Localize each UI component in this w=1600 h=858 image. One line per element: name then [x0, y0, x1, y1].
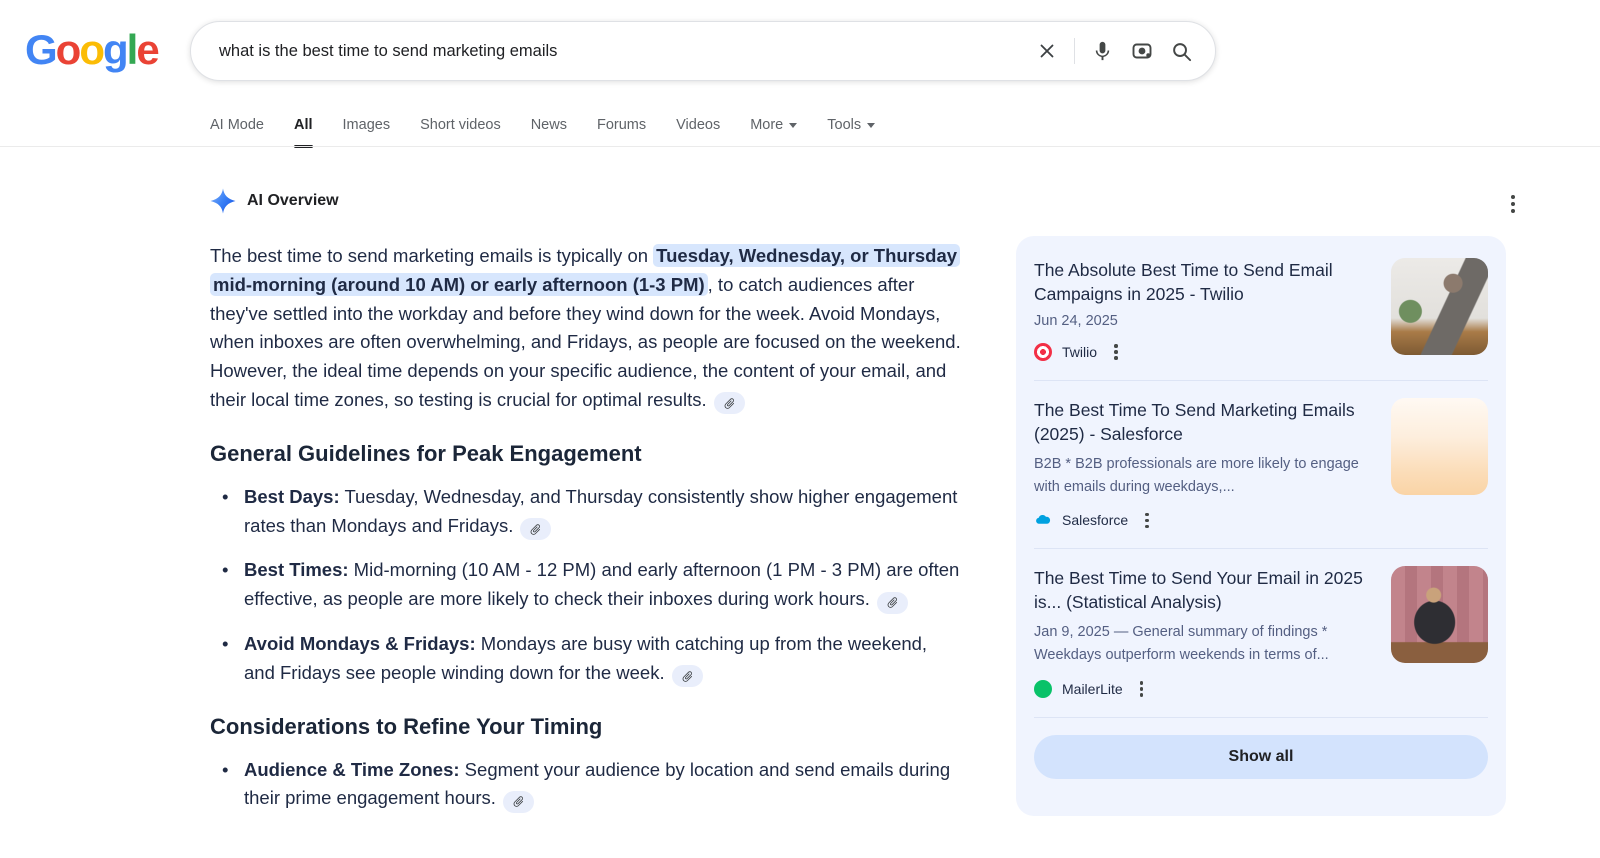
- tab-label: AI Mode: [210, 117, 264, 133]
- citation-chip[interactable]: [520, 518, 551, 540]
- card-title[interactable]: The Best Time to Send Your Email in 2025…: [1034, 566, 1377, 614]
- logo-letter: l: [127, 26, 137, 73]
- list-item: Best Times: Mid-morning (10 AM - 12 PM) …: [210, 556, 962, 614]
- mailerlite-logo-icon: [1034, 680, 1052, 698]
- tab-tools[interactable]: Tools: [827, 108, 875, 142]
- tab-label: Forums: [597, 117, 646, 133]
- logo-letter: G: [25, 26, 56, 73]
- paperclip-icon: [527, 520, 545, 538]
- logo-letter: g: [103, 26, 127, 73]
- tab-images[interactable]: Images: [343, 108, 391, 142]
- card-title[interactable]: The Best Time To Send Marketing Emails (…: [1034, 398, 1377, 446]
- card-title[interactable]: The Absolute Best Time to Send Email Cam…: [1034, 258, 1377, 306]
- bullet-lead: Avoid Mondays & Fridays:: [244, 633, 476, 654]
- logo-letter: e: [136, 26, 157, 73]
- source-name: Twilio: [1062, 344, 1097, 360]
- tab-label: Videos: [676, 117, 720, 133]
- source-card-twilio[interactable]: The Absolute Best Time to Send Email Cam…: [1034, 258, 1488, 363]
- card-more-options-icon[interactable]: [1111, 341, 1121, 363]
- source-card-mailerlite[interactable]: The Best Time to Send Your Email in 2025…: [1034, 566, 1488, 700]
- google-search-results-page: Google what is the best time to send mar…: [0, 0, 1600, 858]
- google-logo[interactable]: Google: [25, 26, 158, 74]
- ai-overview-label: AI Overview: [247, 192, 339, 210]
- show-all-button[interactable]: Show all: [1034, 735, 1488, 779]
- search-query-text[interactable]: what is the best time to send marketing …: [219, 42, 1036, 61]
- list-item: Best Days: Tuesday, Wednesday, and Thurs…: [210, 483, 962, 541]
- tab-ai-mode[interactable]: AI Mode: [210, 108, 264, 142]
- bullet-lead: Audience & Time Zones:: [244, 759, 460, 780]
- paragraph-text: The best time to send marketing emails i…: [210, 245, 653, 266]
- card-divider: [1034, 548, 1488, 549]
- twilio-logo-icon: [1034, 343, 1052, 361]
- tab-label: News: [531, 117, 567, 133]
- tab-forums[interactable]: Forums: [597, 108, 646, 142]
- bullet-lead: Best Days:: [244, 486, 340, 507]
- card-thumbnail[interactable]: [1391, 398, 1488, 495]
- tab-short-videos[interactable]: Short videos: [420, 108, 501, 142]
- bullet-text: Tuesday, Wednesday, and Thursday consist…: [244, 486, 957, 536]
- list-item: Avoid Mondays & Fridays: Mondays are bus…: [210, 630, 962, 688]
- search-icon[interactable]: [1170, 40, 1193, 63]
- logo-letter: o: [79, 26, 103, 73]
- bullet-lead: Best Times:: [244, 559, 349, 580]
- paperclip-icon: [720, 394, 738, 412]
- bullet-text: Mid-morning (10 AM - 12 PM) and early af…: [244, 559, 959, 609]
- card-snippet: Jan 9, 2025 — General summary of finding…: [1034, 621, 1374, 667]
- lens-camera-icon[interactable]: [1130, 39, 1154, 63]
- tab-label: Short videos: [420, 117, 501, 133]
- sources-panel: The Absolute Best Time to Send Email Cam…: [1016, 236, 1506, 816]
- source-card-salesforce[interactable]: The Best Time To Send Marketing Emails (…: [1034, 398, 1488, 532]
- citation-chip[interactable]: [714, 392, 745, 414]
- card-more-options-icon[interactable]: [1142, 510, 1152, 532]
- section-heading: Considerations to Refine Your Timing: [210, 714, 962, 740]
- list-item: Audience & Time Zones: Segment your audi…: [210, 756, 962, 814]
- source-name: Salesforce: [1062, 512, 1128, 528]
- source-name: MailerLite: [1062, 681, 1123, 697]
- search-input[interactable]: what is the best time to send marketing …: [190, 21, 1216, 81]
- ai-overview-section: AI Overview The best time to send market…: [210, 188, 962, 829]
- logo-letter: o: [56, 26, 80, 73]
- paperclip-icon: [678, 667, 696, 685]
- citation-chip[interactable]: [672, 665, 703, 687]
- guidelines-list: Best Days: Tuesday, Wednesday, and Thurs…: [210, 483, 962, 688]
- tab-all[interactable]: All: [294, 108, 313, 142]
- mic-icon[interactable]: [1091, 40, 1114, 63]
- close-icon[interactable]: [1036, 40, 1058, 62]
- card-divider: [1034, 380, 1488, 381]
- card-thumbnail[interactable]: [1391, 258, 1488, 355]
- ai-sparkle-icon: [210, 188, 236, 214]
- tab-more[interactable]: More: [750, 108, 797, 142]
- tab-label: Images: [343, 117, 391, 133]
- salesforce-cloud-icon: [1034, 511, 1052, 529]
- section-heading: General Guidelines for Peak Engagement: [210, 441, 962, 467]
- card-snippet: B2B * B2B professionals are more likely …: [1034, 453, 1374, 499]
- card-date: Jun 24, 2025: [1034, 313, 1377, 329]
- chevron-down-icon: [789, 123, 797, 128]
- citation-chip[interactable]: [503, 791, 534, 813]
- results-tabs: AI Mode All Images Short videos News For…: [210, 108, 875, 142]
- chevron-down-icon: [867, 123, 875, 128]
- considerations-list: Audience & Time Zones: Segment your audi…: [210, 756, 962, 814]
- tab-label: More: [750, 117, 783, 133]
- search-divider: [1074, 38, 1075, 64]
- card-thumbnail[interactable]: [1391, 566, 1488, 663]
- tab-videos[interactable]: Videos: [676, 108, 720, 142]
- paperclip-icon: [883, 593, 901, 611]
- paperclip-icon: [509, 793, 527, 811]
- ai-overview-header: AI Overview: [210, 188, 962, 214]
- header-divider: [0, 146, 1600, 147]
- ai-overview-paragraph: The best time to send marketing emails i…: [210, 242, 962, 415]
- tab-label: Tools: [827, 117, 861, 133]
- card-more-options-icon[interactable]: [1137, 678, 1147, 700]
- tab-label: All: [294, 117, 313, 133]
- tab-news[interactable]: News: [531, 108, 567, 142]
- citation-chip[interactable]: [877, 592, 908, 614]
- ai-overview-more-options-icon[interactable]: [1508, 192, 1518, 216]
- card-divider: [1034, 717, 1488, 718]
